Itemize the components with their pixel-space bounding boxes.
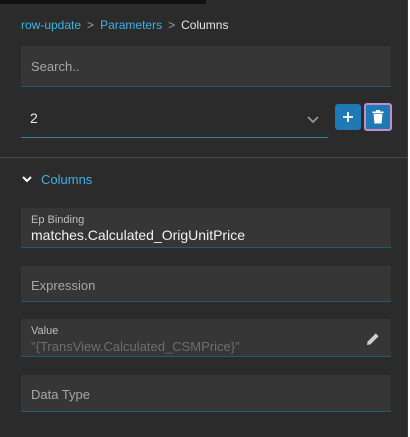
properties-panel: row-update > Parameters > Columns Search.. 2… (0, 0, 408, 437)
trash-icon (372, 110, 384, 124)
breadcrumb-separator: > (87, 18, 95, 32)
section-divider (0, 157, 408, 158)
delete-button[interactable] (364, 103, 392, 131)
data-type-placeholder: Data Type (31, 387, 91, 402)
add-button[interactable] (335, 104, 361, 130)
plus-icon (343, 112, 353, 122)
ep-binding-value: matches.Calculated_OrigUnitPrice (31, 227, 245, 243)
breadcrumb-item-row-update[interactable]: row-update (21, 18, 81, 32)
breadcrumb-current: Columns (181, 18, 229, 32)
section-title: Columns (41, 171, 93, 187)
breadcrumb: row-update > Parameters > Columns (21, 18, 228, 32)
pencil-icon[interactable] (365, 331, 381, 347)
row-select-value: 2 (30, 110, 38, 126)
top-bar (0, 0, 206, 4)
ep-binding-label: Ep Binding (31, 214, 85, 226)
value-label: Value (31, 325, 59, 337)
ep-binding-field[interactable]: Ep Binding matches.Calculated_OrigUnitPr… (21, 208, 391, 248)
data-type-field[interactable]: Data Type (21, 375, 391, 412)
columns-section-header[interactable]: Columns (21, 170, 92, 188)
expression-field[interactable]: Expression (21, 266, 391, 302)
breadcrumb-separator: > (168, 18, 176, 32)
search-input[interactable]: Search.. (21, 46, 391, 87)
breadcrumb-item-parameters[interactable]: Parameters (100, 18, 162, 32)
row-select[interactable]: 2 (21, 100, 328, 138)
expression-placeholder: Expression (31, 278, 96, 293)
value-text: "{TransView.Calculated_CSMPrice}" (31, 339, 240, 354)
chevron-down-icon (22, 176, 32, 183)
value-field[interactable]: Value "{TransView.Calculated_CSMPrice}" (21, 319, 391, 357)
chevron-down-icon (307, 116, 319, 124)
search-placeholder: Search.. (31, 59, 80, 74)
